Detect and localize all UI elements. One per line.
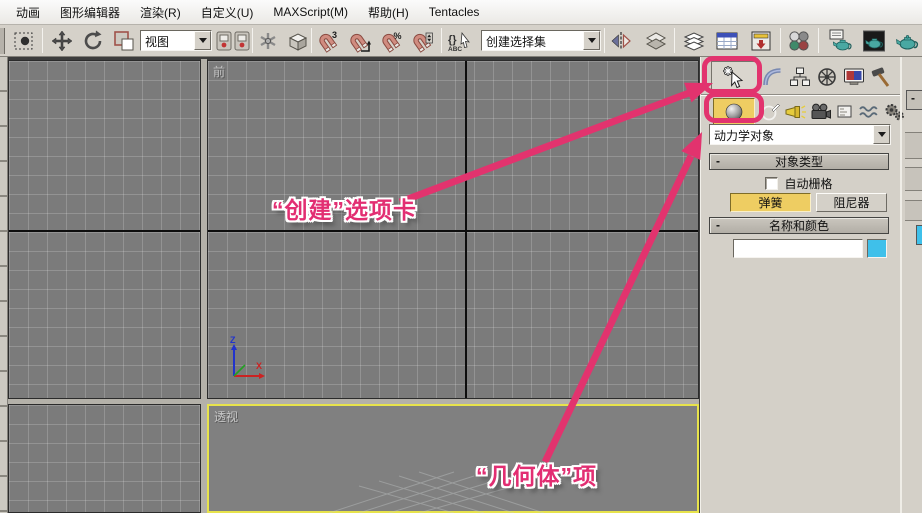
- chevron-down-icon: [198, 38, 207, 47]
- use-pivot-center-icon[interactable]: [216, 29, 250, 53]
- schematic-view-icon[interactable]: [748, 29, 774, 53]
- chevron-down-icon: [877, 132, 886, 141]
- angle-snap-icon[interactable]: [347, 29, 371, 53]
- viewport-top-left[interactable]: [8, 60, 201, 399]
- damper-button[interactable]: 阻尼器: [816, 193, 887, 212]
- render-setup-icon[interactable]: [828, 29, 854, 53]
- tab-display[interactable]: [840, 61, 867, 92]
- viewport-perspective-label[interactable]: 透视: [214, 408, 238, 425]
- keyboard-override-icon[interactable]: [286, 29, 310, 53]
- object-color-swatch[interactable]: [867, 239, 887, 258]
- create-tab-highlight: [702, 56, 762, 94]
- rollout-title: 名称和颜色: [768, 219, 829, 233]
- left-clipped-panel-strip: [0, 57, 8, 513]
- material-editor-icon[interactable]: [787, 29, 811, 53]
- rollout-collapse-icon: -: [716, 154, 720, 168]
- svg-text:{}: {}: [448, 34, 457, 46]
- chevron-down-icon: [587, 38, 596, 47]
- category-dropdown-value: 动力学对象: [714, 129, 775, 143]
- selection-set-dropdown[interactable]: 创建选择集: [481, 30, 601, 51]
- clipped-rollout-fragment: -: [906, 90, 922, 110]
- category-lights-button[interactable]: [782, 98, 807, 125]
- tab-utilities[interactable]: [867, 61, 894, 92]
- menu-item-tentacles[interactable]: Tentacles: [419, 2, 490, 22]
- category-systems-button[interactable]: [881, 98, 906, 125]
- spinner-snap-icon[interactable]: [410, 29, 434, 53]
- clipped-fragment: [905, 167, 922, 191]
- selection-set-dropdown-arrow[interactable]: [583, 31, 600, 50]
- 3d-snap-icon[interactable]: 3: [316, 29, 340, 53]
- view-dropdown-arrow[interactable]: [194, 31, 211, 50]
- viewport-front[interactable]: 前 Z X: [207, 60, 699, 399]
- axis-gizmo: Z X: [230, 335, 265, 379]
- viewport-front-label[interactable]: 前: [213, 63, 225, 80]
- rotate-icon[interactable]: [81, 29, 105, 53]
- select-and-manipulate-icon[interactable]: [256, 29, 280, 53]
- svg-text:ABC: ABC: [448, 46, 462, 53]
- selection-set-dropdown-value: 创建选择集: [486, 35, 547, 49]
- world-axis-line-horizontal: [208, 230, 698, 232]
- menu-item-help[interactable]: 帮助(H): [358, 1, 419, 24]
- world-axis-line-horizontal: [9, 230, 200, 232]
- layer-manager-icon[interactable]: [681, 29, 707, 53]
- autogrid-label: 自动栅格: [784, 177, 833, 191]
- geometry-button-highlight: [704, 92, 764, 123]
- render-icon[interactable]: [894, 29, 920, 53]
- curve-editor-icon[interactable]: [714, 29, 740, 53]
- category-cameras-button[interactable]: [807, 98, 832, 125]
- view-dropdown[interactable]: 视图: [140, 30, 212, 51]
- axis-z-label: Z: [230, 335, 236, 345]
- scale-icon[interactable]: [112, 29, 136, 53]
- menu-bar: 动画 图形编辑器 渲染(R) 自定义(U) MAXScript(M) 帮助(H)…: [0, 0, 922, 25]
- autogrid-checkbox[interactable]: [765, 177, 779, 190]
- menu-item-customize[interactable]: 自定义(U): [191, 1, 264, 24]
- main-toolbar: 视图 3 % {} ABC 创建选择集: [0, 25, 922, 57]
- rollout-header-object-type[interactable]: - 对象类型: [709, 153, 889, 170]
- spring-button[interactable]: 弹簧: [730, 193, 811, 212]
- viewport-perspective[interactable]: 透视: [207, 404, 699, 513]
- rollout-header-name-color[interactable]: - 名称和颜色: [709, 217, 889, 234]
- menu-item-graph-editors[interactable]: 图形编辑器: [50, 1, 130, 24]
- category-helpers-button[interactable]: [832, 98, 857, 125]
- category-space-warps-button[interactable]: [856, 98, 881, 125]
- region-select-icon[interactable]: [12, 29, 36, 53]
- toolbar-clipped-edge: [0, 28, 5, 54]
- panel-edge-highlight: [900, 57, 902, 513]
- clipped-color-swatch-fragment: [916, 225, 922, 245]
- rollout-title: 对象类型: [774, 155, 823, 169]
- tab-modify[interactable]: [759, 61, 786, 92]
- clipped-fragment: [905, 132, 922, 159]
- axis-x-label: X: [256, 361, 262, 371]
- category-dropdown[interactable]: 动力学对象: [709, 124, 891, 145]
- object-name-input[interactable]: [733, 239, 863, 258]
- viewport-bottom-left[interactable]: [8, 404, 201, 513]
- 3dsmax-window: 动画 图形编辑器 渲染(R) 自定义(U) MAXScript(M) 帮助(H)…: [0, 0, 922, 513]
- percent-snap-icon[interactable]: %: [379, 29, 403, 53]
- svg-text:%: %: [394, 31, 402, 41]
- rendered-frame-window-icon[interactable]: [861, 29, 887, 53]
- align-icon[interactable]: [644, 29, 668, 53]
- view-dropdown-value: 视图: [145, 35, 170, 49]
- mirror-icon[interactable]: [609, 29, 633, 53]
- rollout-collapse-icon: -: [716, 218, 720, 232]
- named-selection-sets-icon[interactable]: {} ABC: [447, 29, 473, 53]
- menu-item-maxscript[interactable]: MAXScript(M): [263, 2, 358, 22]
- svg-text:3: 3: [332, 30, 337, 40]
- autogrid-row: 自动栅格: [709, 175, 889, 192]
- menu-item-rendering[interactable]: 渲染(R): [130, 1, 191, 24]
- category-dropdown-arrow[interactable]: [873, 125, 890, 144]
- clipped-fragment: [905, 200, 922, 221]
- tab-hierarchy[interactable]: [786, 61, 813, 92]
- move-icon[interactable]: [50, 29, 74, 53]
- geometry-item-callout-label: “几何体”项: [476, 463, 597, 489]
- tab-motion[interactable]: [813, 61, 840, 92]
- create-tab-callout-label: “创建”选项卡: [272, 197, 417, 223]
- viewport-area: 前 Z X 透视: [0, 57, 700, 513]
- menu-item-animation[interactable]: 动画: [6, 1, 50, 24]
- command-panel: 动力学对象 - 对象类型 自动栅格 弹簧 阻尼器 - 名称和颜色 -: [700, 57, 922, 513]
